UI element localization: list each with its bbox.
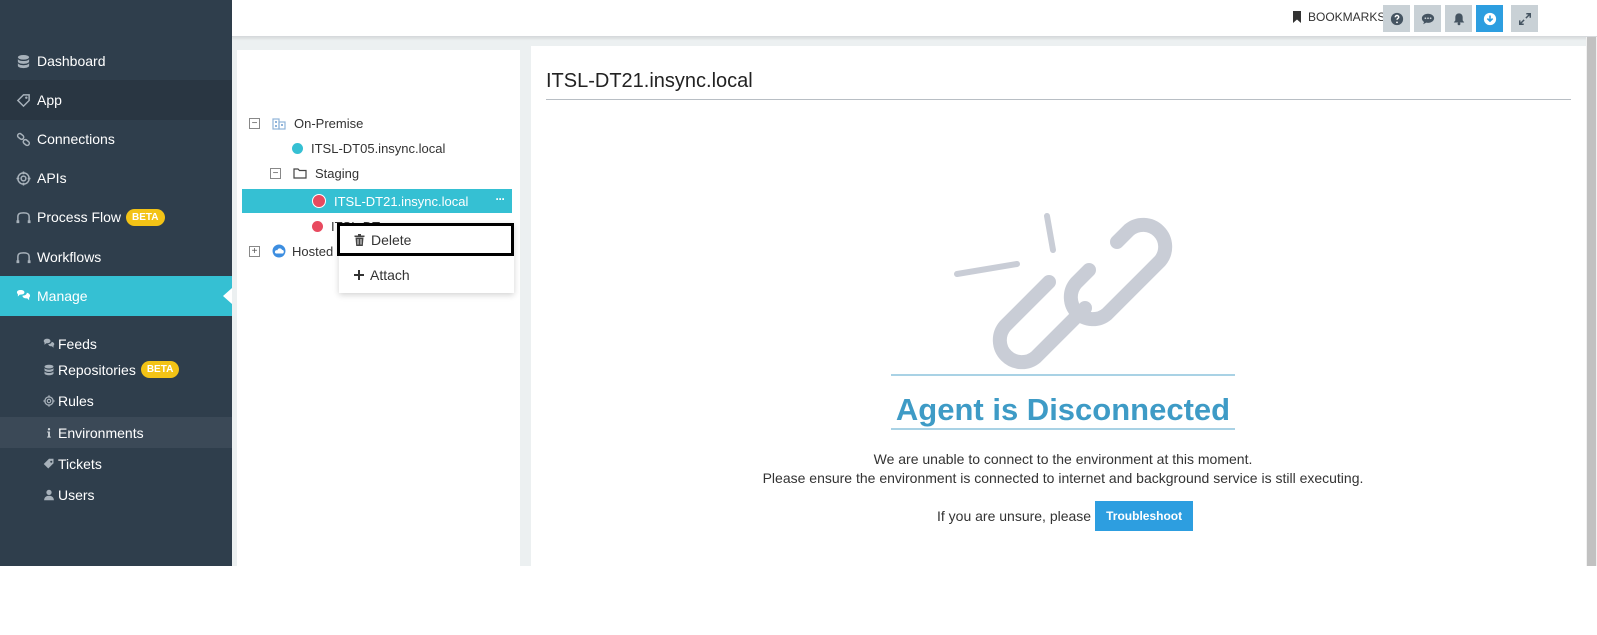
tree-node-dt05[interactable]: ITSL-DT05.insync.local: [292, 137, 445, 159]
sidebar-item-connections[interactable]: Connections: [0, 119, 232, 159]
delete-label: Delete: [371, 231, 412, 248]
beta-badge: BETA: [140, 361, 180, 378]
bell-icon: [1453, 12, 1464, 25]
tree-node-label: ITSL-DT05.insync.local: [311, 140, 446, 156]
flow-icon: [15, 209, 31, 225]
delete-menu-item[interactable]: Delete: [337, 223, 514, 256]
sidebar-item-manage[interactable]: Manage: [0, 276, 232, 316]
status-message-line-2: Please ensure the environment is connect…: [762, 470, 1364, 486]
top-bar: BOOKMARKS: [232, 0, 1597, 37]
collapse-toggle[interactable]: −: [249, 117, 260, 129]
status-divider-top: [891, 374, 1235, 376]
sidebar-item-label: Workflows: [37, 249, 102, 265]
tree-node-label: ITSL-DT21.insync.local: [334, 193, 469, 209]
troubleshoot-button[interactable]: Troubleshoot: [1095, 501, 1194, 531]
status-divider-bottom: [891, 428, 1235, 430]
sidebar-subitem-label: Repositories: [58, 361, 136, 378]
link-icon: [15, 131, 31, 147]
expand-icon: [1518, 12, 1531, 25]
more-options-icon[interactable]: ···: [493, 192, 507, 208]
scrollbar-thumb[interactable]: [1587, 37, 1596, 566]
database-icon: [15, 53, 31, 69]
sidebar: Dashboard App Connections APIs Process F…: [0, 0, 232, 566]
database-icon: [42, 363, 56, 377]
tag-icon: [42, 457, 56, 471]
building-icon: [272, 118, 286, 130]
main-content: ITSL-DT21.insync.local Agent is Disconne…: [531, 46, 1586, 566]
tree-node-label: On-Premise: [294, 115, 364, 131]
trash-icon: [354, 233, 365, 246]
expand-toggle[interactable]: +: [249, 245, 260, 257]
download-button[interactable]: [1476, 5, 1503, 32]
flow-icon: [15, 249, 31, 265]
sidebar-item-label: APIs: [37, 170, 67, 186]
title-divider: [546, 99, 1571, 100]
folder-icon: [293, 168, 307, 179]
disconnected-status-icon: [312, 194, 326, 208]
bookmarks-label: BOOKMARKS: [1308, 10, 1386, 24]
tree-node-label: Hosted: [292, 243, 334, 259]
sidebar-item-workflows[interactable]: Workflows: [0, 237, 232, 277]
sidebar-subitem-label: Users: [58, 486, 95, 503]
tree-node-staging[interactable]: − Staging: [270, 162, 359, 184]
download-icon: [1483, 12, 1496, 25]
status-message-line-1: We are unable to connect to the environm…: [873, 451, 1253, 467]
sidebar-item-label: Manage: [37, 288, 88, 304]
attach-menu-item[interactable]: Attach: [339, 259, 514, 290]
tree-node-dt21[interactable]: ITSL-DT21.insync.local: [312, 190, 468, 212]
troubleshoot-row: If you are unsure, please Troubleshoot: [937, 501, 1194, 531]
tag-icon: [15, 92, 31, 108]
help-button[interactable]: [1383, 5, 1410, 32]
connected-status-icon: [292, 142, 303, 154]
sidebar-subitem-label: Feeds: [58, 335, 97, 352]
info-icon: [42, 426, 56, 440]
notifications-button[interactable]: [1445, 5, 1472, 32]
attach-label: Attach: [370, 266, 410, 283]
sidebar-item-label: Connections: [37, 131, 115, 147]
sidebar-item-label: Process Flow: [37, 209, 122, 225]
sidebar-subitem-rules[interactable]: Rules: [0, 385, 232, 416]
disconnected-status-icon: [312, 220, 323, 232]
sidebar-item-apis[interactable]: APIs: [0, 158, 232, 198]
sidebar-item-app[interactable]: App: [0, 80, 232, 120]
sidebar-subitem-label: Tickets: [58, 455, 102, 472]
sidebar-item-label: Dashboard: [37, 53, 106, 69]
fullscreen-button[interactable]: [1511, 5, 1538, 32]
tree-node-hosted[interactable]: + Hosted: [249, 240, 333, 262]
broken-link-icon: [954, 213, 1173, 370]
beta-badge: BETA: [126, 208, 165, 226]
sidebar-subitem-users[interactable]: Users: [0, 479, 232, 510]
unsure-text: If you are unsure, please: [937, 508, 1092, 524]
help-icon: [1390, 12, 1403, 25]
status-title: Agent is Disconnected: [895, 392, 1231, 427]
cloud-icon: [272, 244, 286, 258]
chat-icon: [1421, 13, 1434, 24]
comments-icon: [42, 337, 56, 351]
sidebar-subitem-environments[interactable]: Environments: [0, 417, 232, 448]
cog-icon: [42, 394, 56, 408]
sidebar-subitem-tickets[interactable]: Tickets: [0, 448, 232, 479]
app-window: Dashboard App Connections APIs Process F…: [0, 0, 1597, 566]
sidebar-item-process-flow[interactable]: Process Flow BETA: [0, 197, 232, 237]
sidebar-subitem-label: Rules: [58, 392, 94, 409]
sidebar-item-dashboard[interactable]: Dashboard: [0, 41, 232, 81]
tree-node-on-premise[interactable]: − On-Premise: [249, 112, 363, 134]
plus-icon: [354, 269, 364, 280]
sidebar-item-label: App: [37, 92, 62, 108]
user-icon: [42, 488, 56, 502]
sidebar-subitem-repositories[interactable]: Repositories BETA: [0, 354, 232, 385]
cog-icon: [15, 170, 31, 186]
bookmark-icon: [1293, 11, 1301, 23]
chat-button[interactable]: [1414, 5, 1441, 32]
context-menu: Delete Attach: [337, 223, 514, 293]
page-title: ITSL-DT21.insync.local: [546, 70, 753, 92]
tree-node-label: Staging: [315, 165, 360, 181]
collapse-toggle[interactable]: −: [270, 167, 281, 179]
comments-icon: [15, 288, 31, 304]
sidebar-subitem-label: Environments: [58, 424, 144, 441]
